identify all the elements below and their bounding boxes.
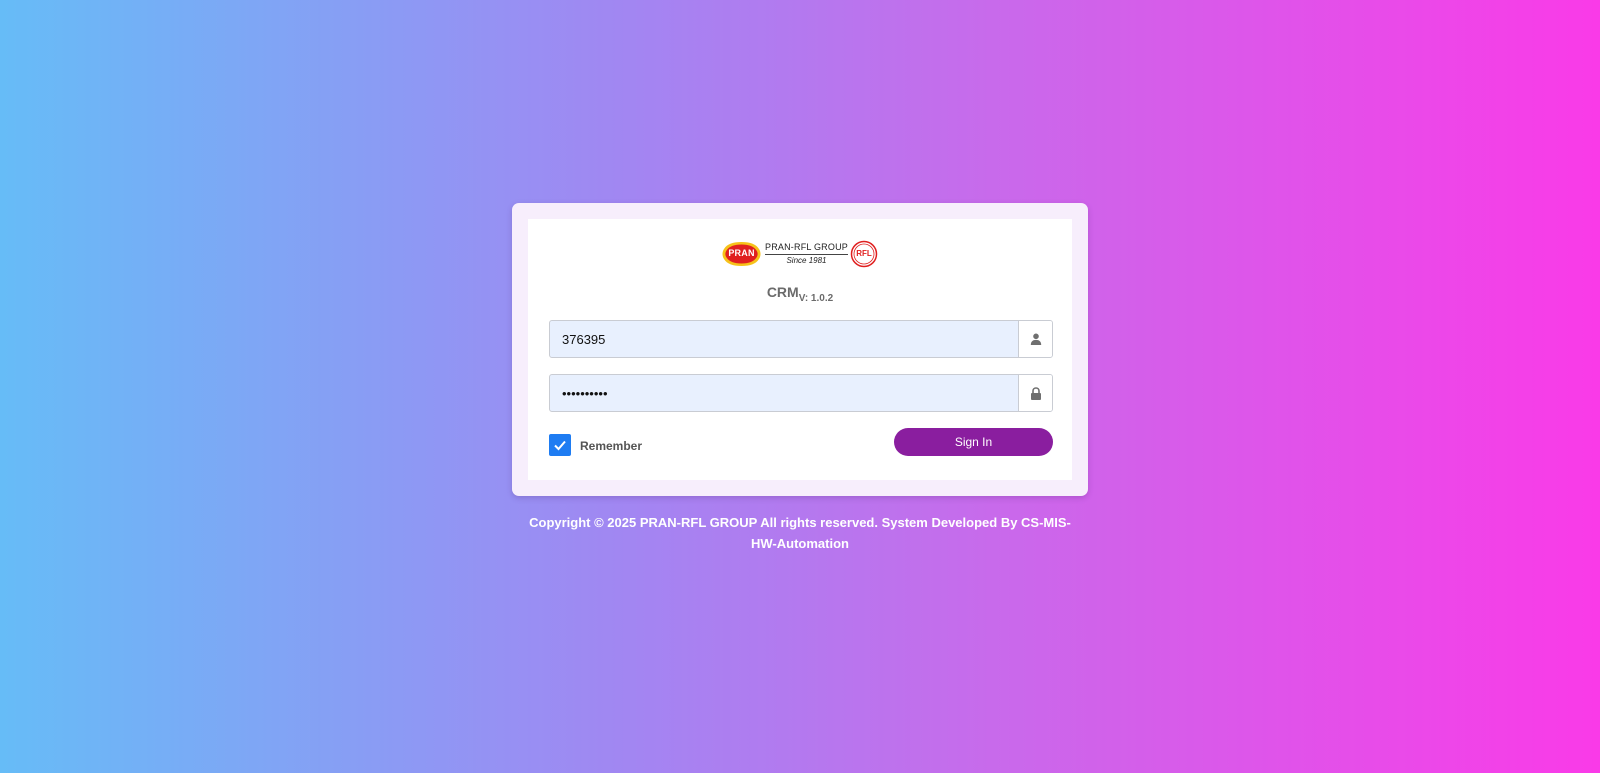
pran-badge-text: PRAN xyxy=(728,248,755,258)
rfl-badge-text: RFL xyxy=(856,249,872,258)
password-field xyxy=(549,374,1053,412)
footer-line-1: Copyright © 2025 PRAN-RFL GROUP All righ… xyxy=(529,515,1071,530)
group-name: PRAN-RFL GROUP xyxy=(765,243,848,255)
login-card-body: PRAN PRAN-RFL GROUP Since 1981 RFL CRMV:… xyxy=(528,219,1072,480)
app-version: V: 1.0.2 xyxy=(798,292,834,304)
copyright-footer: Copyright © 2025 PRAN-RFL GROUP All righ… xyxy=(512,512,1088,554)
user-icon-glyph xyxy=(1030,333,1041,345)
remember-checkbox[interactable] xyxy=(549,434,571,456)
remember-label[interactable]: Remember xyxy=(580,439,642,453)
login-card: PRAN PRAN-RFL GROUP Since 1981 RFL CRMV:… xyxy=(512,203,1088,496)
rfl-logo: RFL xyxy=(850,240,878,268)
username-field xyxy=(549,320,1053,358)
app-name: CRM xyxy=(766,284,799,300)
sign-in-button[interactable]: Sign In xyxy=(894,428,1053,456)
user-icon xyxy=(1018,321,1052,357)
pran-logo: PRAN xyxy=(722,241,761,267)
app-title: CRMV: 1.0.2 xyxy=(528,284,1072,304)
lock-icon-glyph xyxy=(1030,386,1041,400)
lock-icon xyxy=(1018,375,1052,411)
password-input[interactable] xyxy=(550,375,1018,411)
check-icon xyxy=(554,440,566,451)
brand-logo: PRAN PRAN-RFL GROUP Since 1981 RFL xyxy=(528,240,1072,268)
footer-line-2: HW-Automation xyxy=(751,536,849,551)
group-since: Since 1981 xyxy=(786,256,827,265)
group-wordmark: PRAN-RFL GROUP Since 1981 xyxy=(765,243,848,265)
username-input[interactable] xyxy=(550,321,1018,357)
